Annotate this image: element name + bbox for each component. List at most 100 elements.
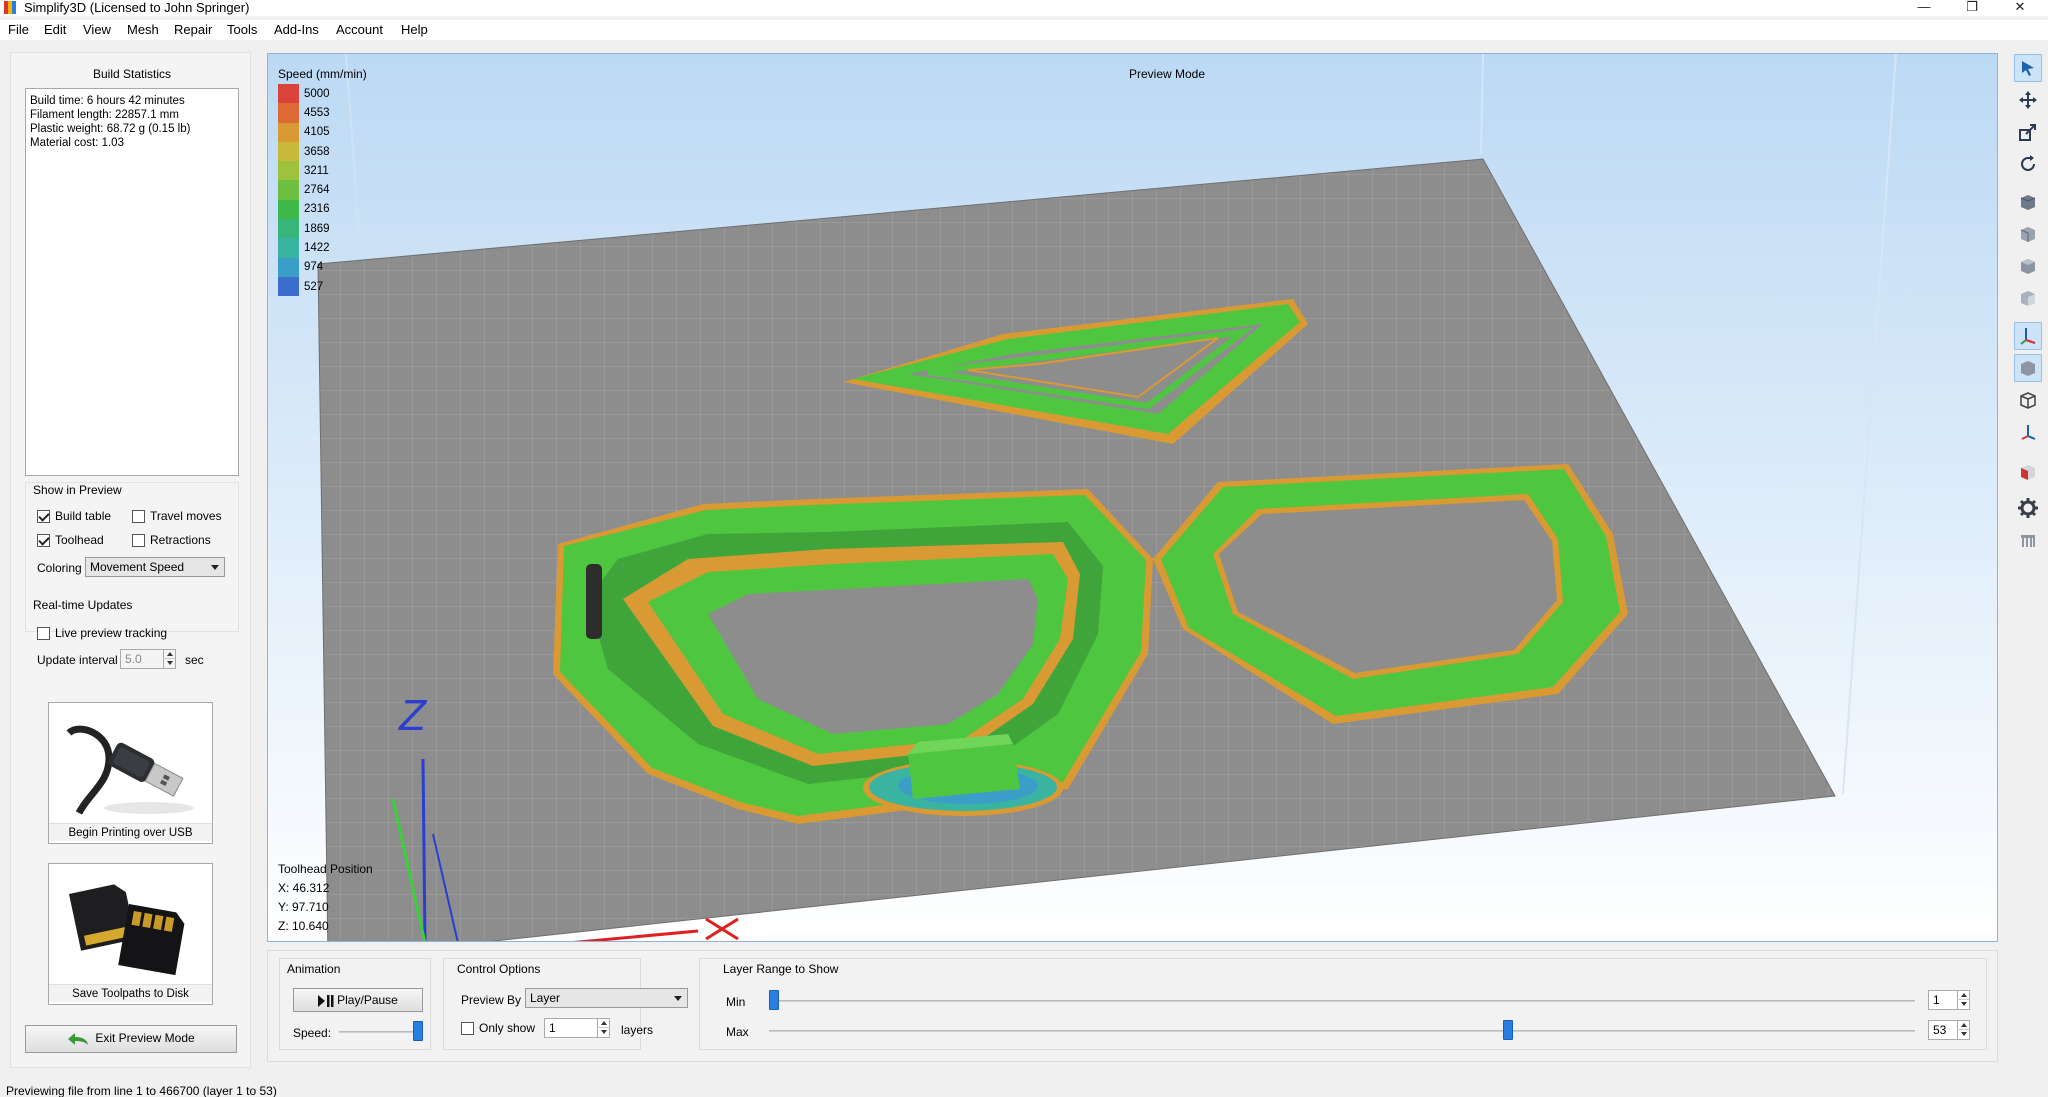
- legend-value: 3211: [304, 164, 329, 177]
- close-button[interactable]: ✕: [2000, 0, 2040, 16]
- layer-max-slider-thumb[interactable]: [1502, 1020, 1513, 1040]
- preview-viewport[interactable]: Preview Mode Speed (mm/min) 5000 4553 41…: [267, 53, 1998, 942]
- spin-up-icon[interactable]: [163, 650, 175, 659]
- chevron-down-icon: [211, 565, 219, 570]
- move-tool[interactable]: [2014, 86, 2042, 114]
- legend-row: 2764: [278, 180, 330, 200]
- menu-file[interactable]: File: [8, 22, 29, 38]
- spin-down-icon[interactable]: [597, 1028, 609, 1037]
- exit-preview-mode-button[interactable]: Exit Preview Mode: [25, 1025, 237, 1053]
- spin-up-icon[interactable]: [597, 1019, 609, 1028]
- save-toolpaths-card[interactable]: Save Toolpaths to Disk: [48, 863, 213, 1005]
- toolhead-position-title: Toolhead Position: [278, 862, 373, 876]
- layer-max-spinner[interactable]: 53: [1928, 1020, 1970, 1040]
- view-side-tool[interactable]: [2014, 284, 2042, 312]
- cursor-arrow-icon: [2022, 61, 2034, 76]
- begin-printing-usb-card[interactable]: Begin Printing over USB: [48, 702, 213, 844]
- legend-value: 3658: [304, 145, 330, 158]
- toolhead-checkbox-row[interactable]: Toolhead: [37, 533, 104, 547]
- menu-add-ins[interactable]: Add-Ins: [274, 22, 319, 38]
- title-bar: Simplify3D (Licensed to John Springer) —…: [0, 0, 2048, 16]
- control-options-title: Control Options: [457, 962, 541, 976]
- restore-button[interactable]: ❐: [1952, 0, 1992, 16]
- layer-range-group: [699, 958, 1987, 1050]
- spin-down-icon[interactable]: [1957, 1030, 1969, 1039]
- update-interval-value: 5.0: [125, 652, 142, 666]
- speed-slider-track[interactable]: [339, 1031, 423, 1033]
- animation-title: Animation: [287, 962, 341, 976]
- travel-moves-checkbox[interactable]: [132, 509, 145, 523]
- legend-value: 4105: [304, 126, 330, 139]
- only-show-layers-spinner[interactable]: 1: [544, 1018, 610, 1038]
- support-tool[interactable]: [2014, 526, 2042, 554]
- layer-max-slider-track[interactable]: [769, 1030, 1915, 1032]
- retractions-checkbox[interactable]: [132, 533, 145, 547]
- legend-value: 974: [304, 261, 324, 274]
- only-show-checkbox[interactable]: [461, 1021, 474, 1035]
- spin-up-icon[interactable]: [1957, 1021, 1969, 1030]
- spin-down-icon[interactable]: [163, 659, 175, 668]
- minimize-button[interactable]: —: [1904, 0, 1944, 16]
- show-axis-tool[interactable]: [2014, 418, 2042, 446]
- menu-tools[interactable]: Tools: [227, 22, 257, 38]
- legend-row: 1869: [278, 219, 330, 239]
- preview-by-label: Preview By: [461, 993, 522, 1007]
- travel-moves-label: Travel moves: [150, 509, 222, 523]
- toolhead-checkbox[interactable]: [37, 533, 50, 547]
- build-table-checkbox-row[interactable]: Build table: [37, 509, 111, 523]
- build-table-label: Build table: [55, 509, 112, 523]
- live-tracking-checkbox-row[interactable]: Live preview tracking: [37, 626, 167, 640]
- move-arrows-icon: [2019, 91, 2037, 109]
- coloring-select[interactable]: Movement Speed: [85, 557, 225, 577]
- legend-row: 5000: [278, 84, 330, 104]
- spin-up-icon[interactable]: [1957, 991, 1969, 1000]
- speed-legend: 5000 4553 4105 3658 3211 2764 2316 1869 …: [278, 84, 330, 297]
- live-tracking-label: Live preview tracking: [55, 626, 168, 640]
- scale-tool[interactable]: [2014, 118, 2042, 146]
- live-tracking-checkbox[interactable]: [37, 626, 50, 640]
- cross-section-icon: [2021, 465, 2035, 480]
- menu-help[interactable]: Help: [401, 22, 428, 38]
- play-pause-button[interactable]: Play/Pause: [293, 988, 423, 1012]
- cross-section-tool[interactable]: [2014, 458, 2042, 486]
- select-tool[interactable]: [2014, 54, 2042, 82]
- wireframe-tool[interactable]: [2014, 386, 2042, 414]
- bottom-controls: Animation Play/Pause Speed: Control Opti…: [267, 950, 1998, 1062]
- menu-edit[interactable]: Edit: [44, 22, 66, 38]
- viewport-scene[interactable]: [268, 54, 1998, 942]
- spin-down-icon[interactable]: [1957, 1000, 1969, 1009]
- legend-value: 1869: [304, 222, 330, 235]
- speed-slider-thumb[interactable]: [413, 1021, 423, 1041]
- layer-min-slider-track[interactable]: [769, 1000, 1915, 1002]
- coloring-label: Coloring: [37, 561, 82, 575]
- toolhead-label: Toolhead: [55, 533, 104, 547]
- legend-swatch: [278, 219, 299, 239]
- exit-preview-mode-label: Exit Preview Mode: [95, 1031, 195, 1045]
- only-show-checkbox-row[interactable]: Only show: [461, 1021, 535, 1035]
- view-top-tool[interactable]: [2014, 252, 2042, 280]
- view-iso-tool[interactable]: [2014, 188, 2042, 216]
- layer-min-slider-thumb[interactable]: [769, 990, 779, 1010]
- build-volume-toggle-tool[interactable]: [2014, 354, 2042, 382]
- cube-top-icon: [2021, 259, 2035, 274]
- update-interval-spinner[interactable]: 5.0: [120, 649, 176, 669]
- layers-unit: layers: [621, 1023, 654, 1037]
- menu-account[interactable]: Account: [336, 22, 383, 38]
- preview-by-select[interactable]: Layer: [525, 988, 688, 1008]
- rotate-tool[interactable]: [2014, 150, 2042, 178]
- layer-max-label: Max: [726, 1025, 749, 1039]
- view-front-tool[interactable]: [2014, 220, 2042, 248]
- retractions-label: Retractions: [150, 533, 211, 547]
- speed-label: Speed:: [293, 1026, 332, 1040]
- legend-row: 527: [278, 276, 330, 297]
- settings-tool[interactable]: [2014, 494, 2042, 522]
- menu-view[interactable]: View: [83, 22, 111, 38]
- menu-mesh[interactable]: Mesh: [127, 22, 159, 38]
- build-table-checkbox[interactable]: [37, 509, 50, 523]
- travel-moves-checkbox-row[interactable]: Travel moves: [132, 509, 222, 523]
- window-title: Simplify3D (Licensed to John Springer): [24, 0, 250, 15]
- menu-repair[interactable]: Repair: [174, 22, 212, 38]
- retractions-checkbox-row[interactable]: Retractions: [132, 533, 211, 547]
- axis-toggle-tool[interactable]: [2014, 322, 2042, 350]
- layer-min-spinner[interactable]: 1: [1928, 990, 1970, 1010]
